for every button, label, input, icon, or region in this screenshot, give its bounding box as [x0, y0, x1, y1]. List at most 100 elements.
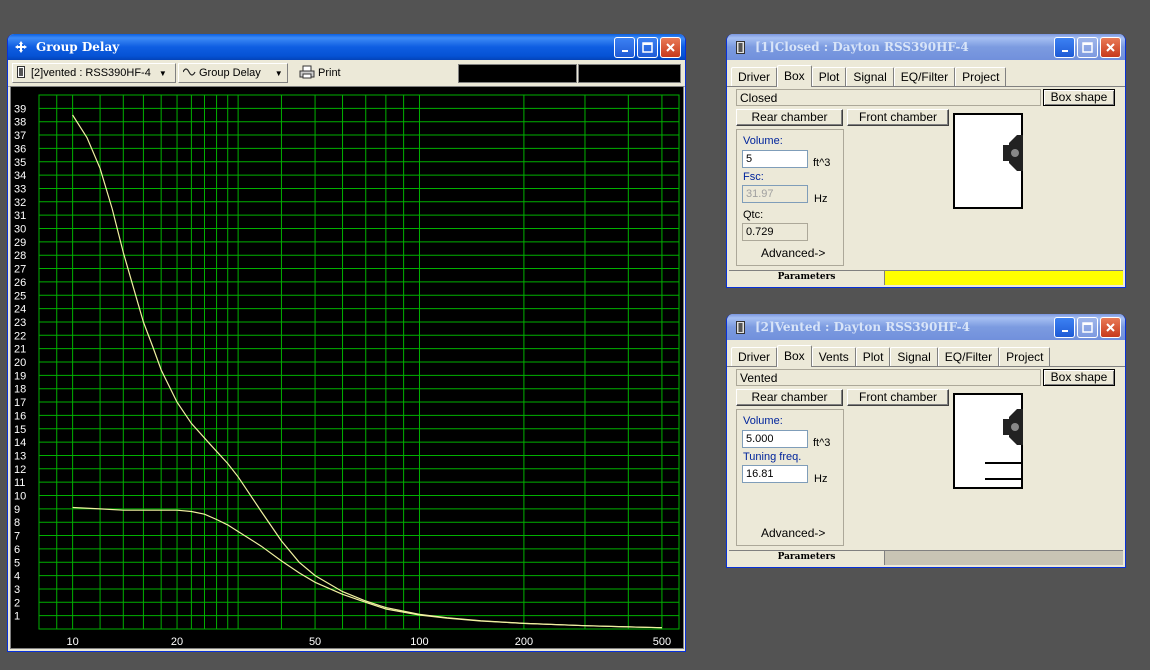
status-bar: Parameters [729, 270, 1123, 285]
y-tick-label: 7 [14, 531, 20, 543]
y-tick-label: 2 [14, 597, 20, 609]
close-button[interactable] [1100, 317, 1121, 338]
tab-driver[interactable]: Driver [731, 347, 777, 366]
y-tick-label: 12 [14, 464, 26, 476]
tuning-label: Tuning freq. [743, 451, 802, 463]
y-tick-label: 37 [14, 130, 26, 142]
volume-unit: ft^3 [813, 157, 831, 169]
tab-plot[interactable]: Plot [811, 67, 847, 86]
chart-svg: 1234567891011121314151617181920212223242… [14, 94, 680, 648]
y-tick-label: 31 [14, 210, 26, 222]
y-tick-label: 8 [14, 517, 20, 529]
y-tick-label: 3 [14, 584, 20, 596]
tab-signal[interactable]: Signal [890, 347, 938, 366]
closed-titlebar[interactable]: [1]Closed : Dayton RSS390HF-4 [727, 34, 1125, 60]
tab-strip: Driver Box Plot Signal EQ/Filter Project [727, 64, 1125, 87]
tuning-unit: Hz [814, 473, 828, 485]
window-title: [2]Vented : Dayton RSS390HF-4 [755, 320, 970, 334]
tab-plot[interactable]: Plot [855, 347, 891, 366]
status-indicator [885, 271, 1123, 285]
chevron-down-icon: ▼ [158, 68, 167, 78]
y-tick-label: 28 [14, 250, 26, 262]
fsc-unit: Hz [814, 193, 828, 205]
box-diagram [953, 113, 1023, 209]
project-select[interactable]: [2]vented : RSS390HF-4 ▼ [12, 63, 176, 83]
rear-chamber-button[interactable]: Rear chamber [736, 109, 843, 126]
wave-icon [182, 67, 197, 80]
front-chamber-button[interactable]: Front chamber [847, 109, 949, 126]
y-tick-label: 25 [14, 290, 26, 302]
y-tick-label: 24 [14, 304, 26, 316]
tab-box[interactable]: Box [777, 345, 812, 367]
vented-box-window[interactable]: [2]Vented : Dayton RSS390HF-4 Driver Box… [726, 314, 1126, 568]
volume-input[interactable]: 5.000 [742, 430, 808, 448]
plot-type-select[interactable]: Group Delay ▼ [178, 63, 288, 83]
advanced-button[interactable]: Advanced-> [761, 246, 825, 260]
volume-input[interactable]: 5 [742, 150, 808, 168]
y-tick-label: 9 [14, 504, 20, 516]
x-tick-label: 500 [653, 636, 671, 648]
qtc-value: 0.729 [742, 223, 808, 241]
close-button[interactable] [660, 37, 681, 58]
front-chamber-button[interactable]: Front chamber [847, 389, 949, 406]
close-button[interactable] [1100, 37, 1121, 58]
closed-box-window[interactable]: [1]Closed : Dayton RSS390HF-4 Driver Box… [726, 34, 1126, 288]
maximize-button[interactable] [637, 37, 658, 58]
project-select-label: [2]vented : RSS390HF-4 [31, 67, 151, 79]
minimize-button[interactable] [614, 37, 635, 58]
y-tick-label: 17 [14, 397, 26, 409]
speaker-icon [17, 65, 25, 81]
chevron-down-icon: ▼ [274, 68, 283, 78]
qtc-label: Qtc: [743, 209, 764, 221]
speaker-icon [733, 40, 747, 54]
volume-unit: ft^3 [813, 437, 831, 449]
y-tick-label: 38 [14, 117, 26, 129]
group-delay-window[interactable]: Group Delay [2]vented : RSS390HF-4 ▼ Gro… [7, 34, 686, 652]
tab-eq-filter[interactable]: EQ/Filter [937, 347, 1000, 366]
y-tick-label: 4 [14, 571, 20, 583]
advanced-button[interactable]: Advanced-> [761, 526, 825, 540]
box-shape-button[interactable]: Box shape [1043, 89, 1115, 106]
tab-eq-filter[interactable]: EQ/Filter [893, 67, 956, 86]
maximize-button[interactable] [1077, 317, 1098, 338]
y-tick-label: 36 [14, 143, 26, 155]
vented-titlebar[interactable]: [2]Vented : Dayton RSS390HF-4 [727, 314, 1125, 340]
y-tick-label: 18 [14, 384, 26, 396]
printer-icon [299, 65, 315, 82]
y-tick-label: 15 [14, 424, 26, 436]
box-type-field: Closed [736, 89, 1041, 106]
group-delay-plot[interactable]: 1 2 3 4 5 6 7 8 9 10 11 12 13 14 15 16 17 18 19 20 21 22 23 24 2… [10, 86, 684, 649]
x-tick-label: 20 [171, 636, 183, 648]
print-label: Print [318, 67, 341, 79]
y-tick-label: 33 [14, 183, 26, 195]
tab-signal[interactable]: Signal [846, 67, 894, 86]
window-title: Group Delay [36, 40, 120, 54]
tab-project[interactable]: Project [999, 347, 1051, 366]
tuning-input[interactable]: 16.81 [742, 465, 808, 483]
minimize-button[interactable] [1054, 317, 1075, 338]
tab-box[interactable]: Box [777, 65, 812, 87]
fsc-input: 31.97 [742, 185, 808, 203]
status-label: Parameters [729, 551, 885, 565]
x-tick-label: 100 [410, 636, 428, 648]
minimize-button[interactable] [1054, 37, 1075, 58]
readout-box-2 [578, 64, 681, 83]
rear-chamber-button[interactable]: Rear chamber [736, 389, 843, 406]
y-tick-label: 11 [14, 477, 25, 489]
y-tick-label: 16 [14, 410, 26, 422]
tab-project[interactable]: Project [955, 67, 1007, 86]
tab-strip: Driver Box Vents Plot Signal EQ/Filter P… [727, 344, 1125, 367]
tab-driver[interactable]: Driver [731, 67, 777, 86]
status-bar: Parameters [729, 550, 1123, 565]
print-button[interactable]: Print [294, 63, 346, 83]
speaker-icon [733, 320, 747, 334]
maximize-button[interactable] [1077, 37, 1098, 58]
status-indicator [885, 551, 1123, 565]
x-tick-label: 10 [66, 636, 78, 648]
y-tick-label: 34 [14, 170, 26, 182]
tab-vents[interactable]: Vents [811, 347, 856, 366]
y-tick-label: 14 [14, 437, 26, 449]
y-tick-label: 39 [14, 103, 26, 115]
group-delay-titlebar[interactable]: Group Delay [8, 34, 685, 60]
box-shape-button[interactable]: Box shape [1043, 369, 1115, 386]
